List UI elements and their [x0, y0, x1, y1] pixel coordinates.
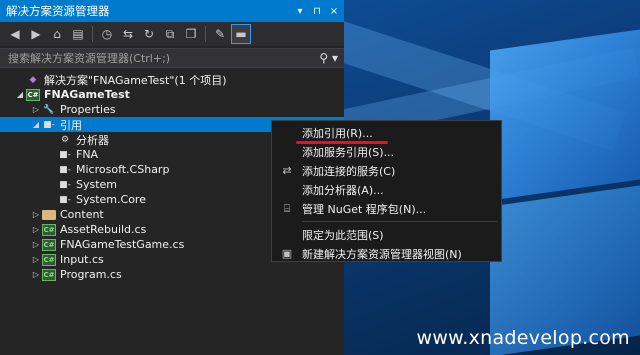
- menu-item[interactable]: ▣ 新建解决方案资源管理器视图(N): [272, 244, 501, 263]
- tree-item-label: Content: [60, 208, 104, 221]
- history-icon[interactable]: ◷: [98, 25, 116, 43]
- csharp-file-icon: C#: [42, 253, 56, 266]
- tree-item[interactable]: ▷ 🔧 Properties: [0, 102, 344, 117]
- expand-arrow-icon[interactable]: ▷: [30, 210, 42, 219]
- tree-item-label: 分析器: [76, 133, 109, 147]
- tree-item-label: 解决方案"FNAGameTest"(1 个项目): [44, 73, 227, 87]
- tree-item-label: Microsoft.CSharp: [76, 163, 170, 176]
- menu-item[interactable]: 添加服务引用(S)...: [272, 142, 501, 161]
- tree-item-label: FNAGameTestGame.cs: [60, 238, 185, 251]
- expand-arrow-icon[interactable]: ◢: [30, 120, 42, 129]
- switch-views-icon[interactable]: ▤: [69, 25, 87, 43]
- properties-icon[interactable]: ✎: [211, 25, 229, 43]
- reference-icon: ■-: [59, 194, 71, 205]
- csharp-file-icon: C#: [42, 223, 56, 236]
- tree-item-label: FNA: [76, 148, 99, 161]
- refresh-icon[interactable]: ↻: [140, 25, 158, 43]
- search-icon[interactable]: ⚲ ▾: [319, 51, 338, 65]
- tree-item[interactable]: ◆ 解决方案"FNAGameTest"(1 个项目): [0, 72, 344, 87]
- watermark-text: www.xnadevelop.com: [416, 327, 630, 349]
- reference-icon: ■-: [59, 164, 71, 175]
- home-icon[interactable]: ⌂: [48, 25, 66, 43]
- menu-item-icon: ⌸: [283, 201, 291, 215]
- expand-arrow-icon[interactable]: ◢: [14, 90, 26, 99]
- tree-item-label: Properties: [60, 103, 116, 116]
- reference-icon: ■-: [59, 149, 71, 160]
- panel-titlebar: 解决方案资源管理器 ▾ ⊓ ×: [0, 0, 344, 22]
- csharp-project-icon: C#: [26, 88, 40, 101]
- wrench-icon: 🔧: [43, 104, 55, 115]
- menu-item[interactable]: 限定为此范围(S): [272, 225, 501, 244]
- collapse-all-icon[interactable]: ⧉: [161, 25, 179, 43]
- analyzer-icon: ⚙: [60, 134, 70, 145]
- reference-icon: ■-: [43, 119, 55, 130]
- tree-item-label: FNAGameTest: [44, 88, 130, 101]
- reference-icon: ■-: [59, 179, 71, 190]
- tree-item-label: Program.cs: [60, 268, 122, 281]
- highlight-underline: [296, 141, 388, 144]
- menu-item-icon: ⇄: [282, 164, 292, 177]
- pin-icon[interactable]: ⊓: [310, 6, 324, 17]
- menu-item-label: 添加连接的服务(C): [302, 164, 396, 178]
- menu-item-label: 添加引用(R)...: [302, 126, 373, 140]
- forward-icon[interactable]: ▶: [27, 25, 45, 43]
- search-box[interactable]: 搜索解决方案资源管理器(Ctrl+;) ⚲ ▾: [0, 48, 344, 68]
- csharp-file-icon: C#: [42, 268, 56, 281]
- dropdown-icon[interactable]: ▾: [293, 6, 307, 17]
- menu-item-label: 添加服务引用(S)...: [302, 145, 395, 159]
- menu-item-label: 管理 NuGet 程序包(N)...: [302, 202, 427, 216]
- tree-item[interactable]: ◢ C# FNAGameTest: [0, 87, 344, 102]
- menu-item-label: 添加分析器(A)...: [302, 183, 384, 197]
- tree-item[interactable]: ▷ C# Program.cs: [0, 267, 344, 282]
- menu-item-icon: ▣: [281, 247, 293, 260]
- menu-item[interactable]: ⌸ 管理 NuGet 程序包(N)...: [272, 199, 501, 218]
- tree-item-label: Input.cs: [60, 253, 104, 266]
- windows-logo-pane: [490, 29, 640, 201]
- csharp-file-icon: C#: [42, 238, 56, 251]
- panel-toolbar: ◀ ▶ ⌂ ▤ ◷ ⇆ ↻ ⧉ ❐ ✎ ▬: [0, 22, 344, 46]
- toolbar-divider: [205, 26, 206, 42]
- expand-arrow-icon[interactable]: ▷: [30, 270, 42, 279]
- tree-item-label: System.Core: [76, 193, 146, 206]
- sync-icon[interactable]: ⇆: [119, 25, 137, 43]
- menu-item-label: 新建解决方案资源管理器视图(N): [302, 247, 462, 261]
- menu-item[interactable]: 添加分析器(A)...: [272, 180, 501, 199]
- menu-item[interactable]: 添加引用(R)...: [272, 123, 501, 142]
- back-icon[interactable]: ◀: [6, 25, 24, 43]
- expand-arrow-icon[interactable]: ▷: [30, 225, 42, 234]
- preview-icon[interactable]: ▬: [231, 24, 251, 44]
- menu-separator: [302, 221, 497, 222]
- tree-item-label: 引用: [60, 118, 82, 132]
- menu-item-label: 限定为此范围(S): [302, 228, 384, 242]
- expand-arrow-icon[interactable]: ▷: [30, 255, 42, 264]
- expand-arrow-icon[interactable]: ▷: [30, 240, 42, 249]
- search-input[interactable]: 搜索解决方案资源管理器(Ctrl+;): [8, 50, 319, 66]
- show-all-files-icon[interactable]: ❐: [182, 25, 200, 43]
- menu-item[interactable]: ⇄ 添加连接的服务(C): [272, 161, 501, 180]
- tree-item-label: AssetRebuild.cs: [60, 223, 147, 236]
- close-icon[interactable]: ×: [327, 6, 341, 17]
- expand-arrow-icon[interactable]: ▷: [30, 105, 42, 114]
- tree-item-label: System: [76, 178, 118, 191]
- solution-icon: ◆: [29, 74, 37, 85]
- toolbar-divider: [92, 26, 93, 42]
- folder-icon: [42, 209, 56, 220]
- panel-title: 解决方案资源管理器: [6, 4, 110, 18]
